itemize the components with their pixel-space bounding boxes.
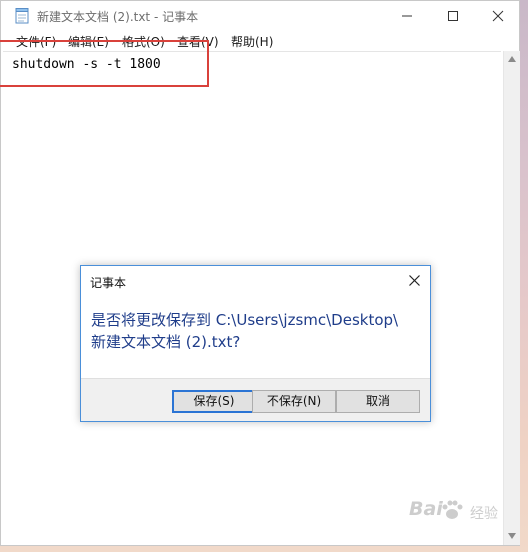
close-button[interactable] (475, 1, 521, 31)
dialog-message-line1: 是否将更改保存到 C:\Users\jzsmc\Desktop\ (91, 311, 399, 329)
scroll-up-icon[interactable] (508, 56, 516, 62)
scroll-down-icon[interactable] (508, 533, 516, 539)
save-dialog: 记事本 是否将更改保存到 C:\Users\jzsmc\Desktop\ 新建文… (80, 265, 431, 422)
maximize-icon (448, 11, 458, 21)
title-bar[interactable]: 新建文本文档 (2).txt - 记事本 (1, 1, 519, 31)
dialog-title: 记事本 (90, 276, 127, 290)
close-icon (492, 10, 504, 22)
vertical-scrollbar[interactable] (503, 51, 520, 545)
menu-help[interactable]: 帮助(H) (231, 33, 273, 50)
notepad-icon (15, 8, 29, 24)
minimize-icon (402, 15, 412, 17)
watermark-brand: Bai (409, 498, 443, 520)
save-button[interactable]: 保存(S) (172, 390, 256, 413)
minimize-button[interactable] (384, 1, 430, 31)
paw-icon (442, 500, 463, 519)
dialog-close-button[interactable] (403, 270, 427, 292)
cancel-button[interactable]: 取消 (336, 390, 420, 413)
dialog-message-line2: 新建文本文档 (2).txt? (91, 333, 241, 351)
dont-save-button[interactable]: 不保存(N) (252, 390, 336, 413)
close-icon (409, 275, 420, 286)
window-title: 新建文本文档 (2).txt - 记事本 (37, 10, 199, 24)
dialog-button-bar: 保存(S) 不保存(N) 取消 (81, 378, 430, 421)
dialog-message: 是否将更改保存到 C:\Users\jzsmc\Desktop\ 新建文本文档 … (91, 309, 425, 353)
annotation-highlight-box (0, 40, 209, 87)
watermark-subtitle: 经验 (470, 506, 498, 522)
maximize-button[interactable] (430, 1, 476, 31)
